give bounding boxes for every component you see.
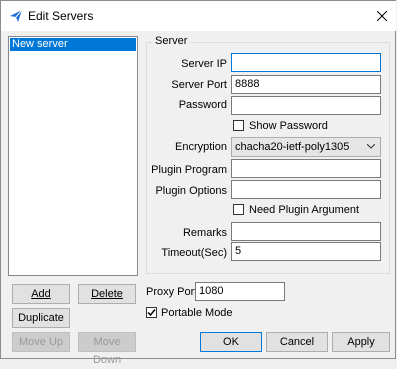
apply-button[interactable]: Apply [332,332,390,352]
portable-mode-checkbox[interactable] [146,307,157,318]
server-port-label: Server Port [171,79,227,91]
timeout-label: Timeout(Sec) [161,247,227,259]
proxy-port-field[interactable]: 1080 [195,282,285,301]
timeout-field[interactable]: 5 [231,242,381,261]
title-bar: Edit Servers [1,1,396,31]
plugin-program-label: Plugin Program [151,164,227,176]
server-ip-label: Server IP [181,58,227,70]
remarks-field[interactable] [231,222,381,241]
proxy-port-label: Proxy Port [146,286,198,298]
portable-mode-label[interactable]: Portable Mode [161,307,233,319]
encryption-select[interactable]: chacha20-ietf-poly1305 [231,137,381,157]
cancel-button[interactable]: Cancel [266,332,328,352]
encryption-value: chacha20-ietf-poly1305 [235,141,350,153]
server-port-field[interactable]: 8888 [231,75,381,94]
server-list[interactable]: New server [8,36,138,276]
plugin-options-field[interactable] [231,180,381,199]
chevron-down-icon [367,144,375,149]
server-ip-field[interactable] [231,53,381,72]
remarks-label: Remarks [182,227,227,239]
duplicate-button[interactable]: Duplicate [12,308,70,328]
plugin-program-field[interactable] [231,159,381,178]
checkmark-icon [147,309,156,317]
password-label: Password [178,99,227,111]
ok-button[interactable]: OK [200,332,262,352]
show-password-checkbox[interactable] [233,120,244,131]
add-button[interactable]: Add [12,284,70,304]
need-plugin-argument-label[interactable]: Need Plugin Argument [249,204,359,216]
move-up-button[interactable]: Move Up [12,332,70,352]
need-plugin-argument-checkbox[interactable] [233,204,244,215]
move-down-button[interactable]: Move Down [78,332,136,366]
encryption-label: Encryption [175,141,227,153]
show-password-label[interactable]: Show Password [249,120,328,132]
server-group-title: Server [152,35,191,47]
paper-plane-icon [10,9,23,22]
close-icon [377,11,387,21]
close-button[interactable] [368,1,396,31]
plugin-options-label: Plugin Options [155,185,227,197]
list-item[interactable]: New server [10,38,136,51]
password-field[interactable] [231,96,381,115]
window-title: Edit Servers [28,9,94,23]
delete-button[interactable]: Delete [78,284,136,304]
